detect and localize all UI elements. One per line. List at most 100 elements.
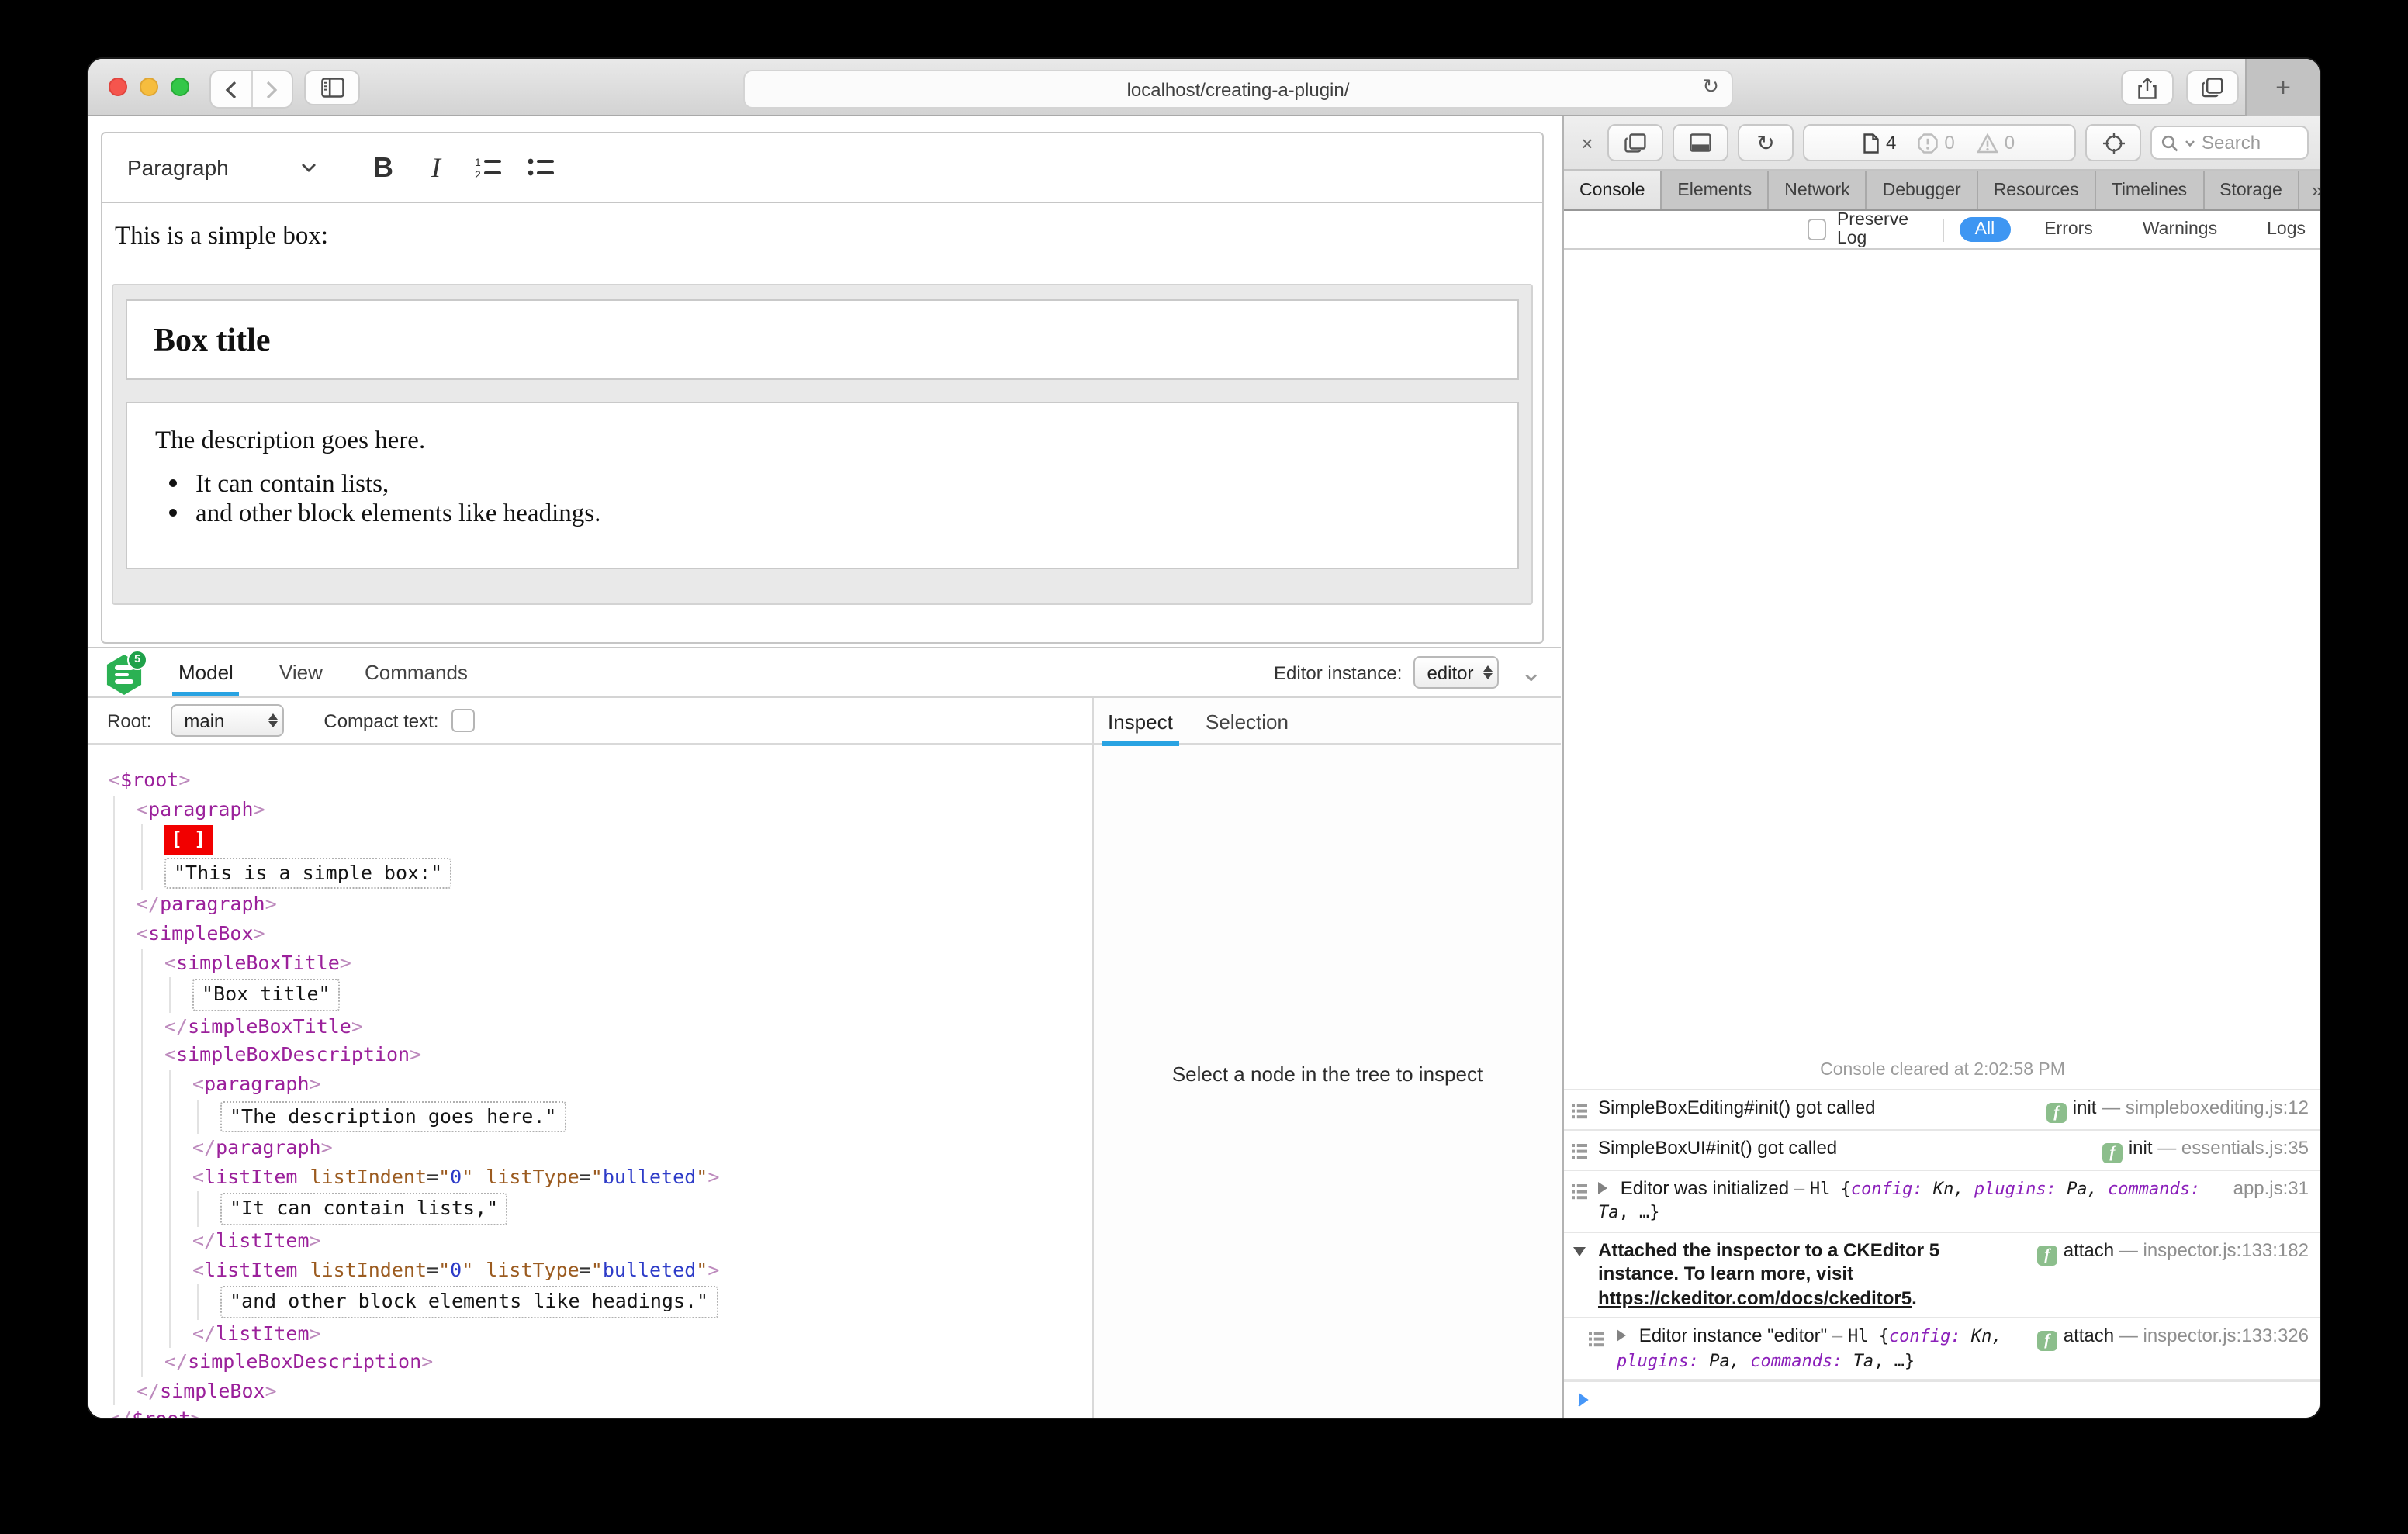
close-inspector-button[interactable]: × xyxy=(1576,131,1598,154)
log-meta[interactable]: app.js:31 xyxy=(2233,1176,2309,1201)
model-tree[interactable]: <$root> <paragraph> [ ] "This is a simpl… xyxy=(88,745,1092,1418)
tree-line[interactable]: <simpleBoxTitle> xyxy=(164,948,1092,977)
tab-console[interactable]: Console xyxy=(1564,171,1662,209)
numbered-list-button[interactable]: 1 2 xyxy=(462,144,515,191)
editor-instance-select[interactable]: editor xyxy=(1413,656,1499,689)
bulleted-list-button[interactable] xyxy=(515,144,568,191)
detach-inspector-button[interactable] xyxy=(1607,124,1663,161)
more-tabs-button[interactable]: » xyxy=(2299,171,2320,209)
reload-icon[interactable]: ↻ xyxy=(1702,74,1719,99)
tree-line[interactable]: </simpleBoxTitle> xyxy=(164,1013,1092,1042)
tree-line[interactable]: <paragraph> xyxy=(192,1070,1092,1099)
log-meta[interactable]: f init — essentials.js:35 xyxy=(2102,1136,2309,1163)
tree-line[interactable]: <simpleBox> xyxy=(137,920,1092,948)
console-log-row[interactable]: f attach — inspector.js:133:326 Editor in… xyxy=(1564,1318,2320,1380)
source-location[interactable]: app.js:31 xyxy=(2233,1176,2309,1198)
ckeditor-docs-link[interactable]: https://ckeditor.com/docs/ckeditor5 xyxy=(1598,1287,1912,1308)
tree-line[interactable]: </$root> xyxy=(109,1406,1092,1418)
element-picker-button[interactable] xyxy=(2085,124,2141,161)
tab-resources[interactable]: Resources xyxy=(1978,171,2096,209)
intro-paragraph[interactable]: This is a simple box: xyxy=(115,220,1542,251)
filter-all[interactable]: All xyxy=(1959,217,2011,242)
simple-box-title[interactable]: Box title xyxy=(126,299,1519,380)
disclosure-expanded-icon[interactable] xyxy=(1573,1246,1586,1256)
tab-storage[interactable]: Storage xyxy=(2204,171,2299,209)
minimize-window-button[interactable] xyxy=(140,78,158,96)
tab-model[interactable]: Model xyxy=(171,648,240,696)
tab-network[interactable]: Network xyxy=(1769,171,1867,209)
resource-status-button[interactable]: 4 0 0 xyxy=(1803,124,2076,161)
back-button[interactable] xyxy=(211,71,251,107)
source-location[interactable]: simpleboxediting.js:12 xyxy=(2126,1096,2309,1118)
tree-line[interactable]: "Box title" xyxy=(192,977,1092,1012)
console-log-row[interactable]: f init — simpleboxediting.js:12 SimpleBox… xyxy=(1564,1090,2320,1130)
italic-button[interactable]: I xyxy=(410,144,462,191)
preserve-log-checkbox[interactable] xyxy=(1807,219,1826,240)
source-location[interactable]: inspector.js:133:182 xyxy=(2143,1239,2309,1260)
text-node[interactable]: "The description goes here." xyxy=(220,1100,566,1133)
text-node[interactable]: "and other block elements like headings.… xyxy=(220,1286,718,1318)
console-prompt[interactable] xyxy=(1564,1380,2320,1418)
tree-line[interactable]: <listItem listIndent="0" listType="bullete… xyxy=(192,1163,1092,1191)
tree-line[interactable]: </simpleBoxDescription> xyxy=(164,1349,1092,1377)
source-location[interactable]: inspector.js:133:326 xyxy=(2143,1325,2309,1346)
list-item[interactable]: and other block elements like headings. xyxy=(195,498,1517,527)
tree-line[interactable]: "This is a simple box:" xyxy=(164,856,1092,891)
simple-box-widget[interactable]: Box title The description goes here. It … xyxy=(112,284,1533,605)
tab-overview-button[interactable] xyxy=(2186,70,2239,105)
simple-box-description[interactable]: The description goes here. It can contai… xyxy=(126,402,1519,569)
console-log-row[interactable]: f init — essentials.js:35 SimpleBoxUI#ini… xyxy=(1564,1130,2320,1170)
tree-line[interactable]: </paragraph> xyxy=(192,1134,1092,1163)
tree-line[interactable]: <listItem listIndent="0" listType="bullete… xyxy=(192,1256,1092,1284)
log-meta[interactable]: f attach — inspector.js:133:182 xyxy=(2036,1239,2309,1265)
collapse-inspector-icon[interactable]: ⌄ xyxy=(1521,657,1543,688)
log-meta[interactable]: f attach — inspector.js:133:326 xyxy=(2036,1325,2309,1351)
tab-inspect[interactable]: Inspect xyxy=(1102,698,1179,746)
tree-line[interactable]: <paragraph> xyxy=(137,795,1092,824)
tree-line[interactable]: </listItem> xyxy=(192,1319,1092,1348)
tab-elements[interactable]: Elements xyxy=(1662,171,1770,209)
bold-button[interactable]: B xyxy=(357,144,410,191)
filter-errors[interactable]: Errors xyxy=(2029,217,2109,242)
root-select[interactable]: main xyxy=(170,704,284,737)
log-meta[interactable]: f init — simpleboxediting.js:12 xyxy=(2046,1096,2309,1122)
reload-page-button[interactable]: ↻ xyxy=(1738,124,1794,161)
paragraph-style-dropdown[interactable]: Paragraph xyxy=(127,155,317,180)
tree-line[interactable]: <$root> xyxy=(109,766,1092,795)
disclosure-collapsed-icon[interactable] xyxy=(1598,1181,1607,1194)
tab-view[interactable]: View xyxy=(279,648,323,696)
tab-timelines[interactable]: Timelines xyxy=(2096,171,2205,209)
list-item[interactable]: It can contain lists, xyxy=(195,469,1517,499)
dock-bottom-button[interactable] xyxy=(1673,124,1728,161)
tree-line[interactable]: "and other block elements like headings.… xyxy=(220,1284,1092,1319)
tree-line[interactable]: [ ] xyxy=(164,824,1092,855)
editor-editable-area[interactable]: This is a simple box: Box title The desc… xyxy=(102,220,1542,642)
close-window-button[interactable] xyxy=(109,78,127,96)
share-button[interactable] xyxy=(2121,70,2174,105)
tab-debugger[interactable]: Debugger xyxy=(1867,171,1978,209)
new-tab-button[interactable]: + xyxy=(2245,59,2320,116)
filter-warnings[interactable]: Warnings xyxy=(2127,217,2233,242)
zoom-window-button[interactable] xyxy=(171,78,189,96)
source-location[interactable]: essentials.js:35 xyxy=(2181,1136,2309,1158)
tree-line[interactable]: <simpleBoxDescription> xyxy=(164,1042,1092,1070)
address-bar[interactable]: localhost/creating-a-plugin/ ↻ xyxy=(743,70,1733,109)
tab-commands[interactable]: Commands xyxy=(365,648,468,696)
sidebar-toggle-button[interactable] xyxy=(304,70,360,105)
text-node[interactable]: "It can contain lists," xyxy=(220,1193,508,1225)
disclosure-collapsed-icon[interactable] xyxy=(1617,1329,1626,1342)
tree-line[interactable]: "The description goes here." xyxy=(220,1099,1092,1134)
tree-line[interactable]: </listItem> xyxy=(192,1227,1092,1256)
tree-line[interactable]: </paragraph> xyxy=(137,891,1092,920)
inspector-search-field[interactable]: Search xyxy=(2150,126,2309,160)
text-node[interactable]: "Box title" xyxy=(192,979,340,1011)
tab-selection[interactable]: Selection xyxy=(1206,698,1289,746)
console-log-row[interactable]: app.js:31 Editor was initialized – Hl {c… xyxy=(1564,1170,2320,1232)
description-text[interactable]: The description goes here. xyxy=(155,425,1517,456)
filter-logs[interactable]: Logs xyxy=(2251,217,2320,242)
tree-line[interactable]: "It can contain lists," xyxy=(220,1192,1092,1227)
tree-line[interactable]: </simpleBox> xyxy=(137,1377,1092,1406)
compact-text-checkbox[interactable] xyxy=(451,709,475,732)
forward-button[interactable] xyxy=(251,71,292,107)
console-log-row[interactable]: f attach — inspector.js:133:182 Attached … xyxy=(1564,1232,2320,1318)
